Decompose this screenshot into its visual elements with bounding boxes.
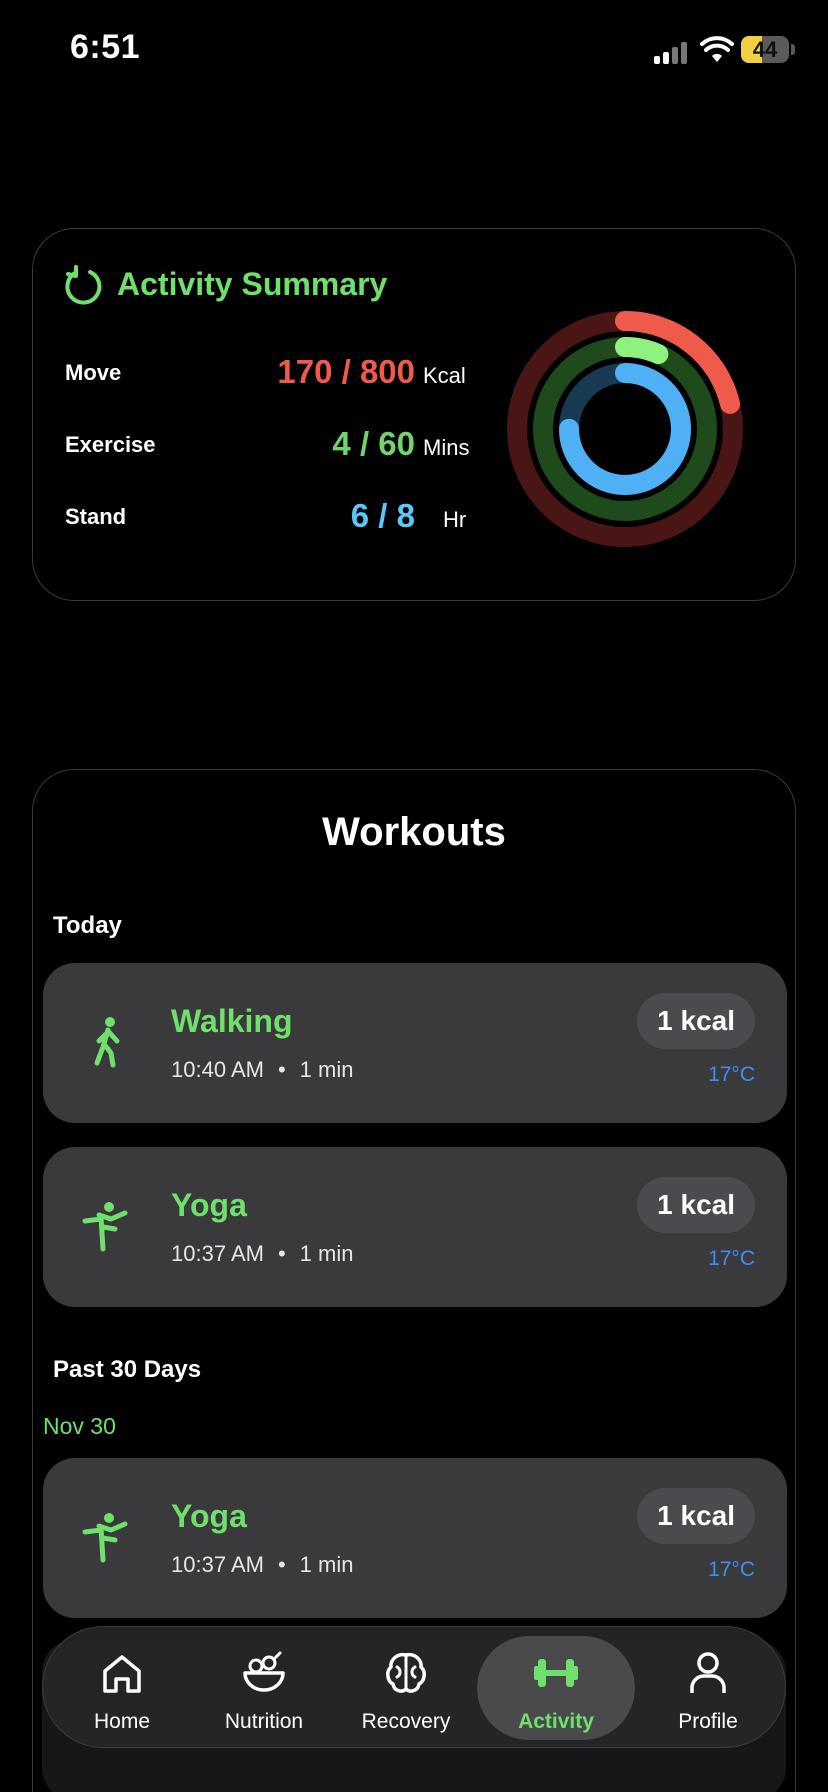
past-30-days-label: Past 30 Days — [53, 1356, 202, 1383]
kcal-badge: 1 kcal — [637, 1488, 755, 1544]
workouts-title: Workouts — [322, 810, 506, 854]
workout-duration: 1 min — [299, 1057, 354, 1082]
battery-nub — [791, 44, 795, 55]
yoga-icon — [82, 1513, 128, 1563]
workout-row[interactable]: Walking 10:40 AM • 1 min 1 kcal 17°C — [43, 963, 787, 1123]
battery-icon: 44 — [741, 36, 789, 63]
temperature: 17°C — [708, 1063, 755, 1086]
workout-name: Yoga — [171, 1498, 247, 1534]
workout-meta: 10:37 AM • 1 min — [171, 1552, 353, 1578]
workout-time: 10:40 AM — [171, 1057, 264, 1082]
move-label: Move — [65, 360, 122, 385]
tab-activity[interactable]: Activity — [477, 1636, 635, 1740]
tab-label: Activity — [518, 1710, 594, 1733]
tab-profile[interactable]: Profile — [633, 1627, 783, 1749]
cellular-signal-icon — [654, 40, 688, 64]
workout-row[interactable]: Yoga 10:37 AM • 1 min 1 kcal 17°C — [43, 1147, 787, 1307]
kcal-badge: 1 kcal — [637, 1177, 755, 1233]
workout-meta: 10:40 AM • 1 min — [171, 1057, 353, 1083]
tab-label: Profile — [678, 1710, 738, 1733]
tab-nutrition[interactable]: Nutrition — [189, 1627, 339, 1749]
kcal-badge: 1 kcal — [637, 993, 755, 1049]
battery-percent: 44 — [752, 37, 778, 62]
brain-icon — [386, 1652, 426, 1693]
home-icon — [103, 1655, 141, 1693]
workout-time: 10:37 AM — [171, 1241, 264, 1266]
dumbbell-icon — [534, 1659, 578, 1687]
tab-bar: Home Nutrition Recovery Activity Profile — [42, 1626, 786, 1748]
stand-unit: Hr — [443, 507, 467, 532]
person-icon — [690, 1652, 726, 1693]
stand-value: 6 / 8 — [350, 497, 415, 534]
temperature: 17°C — [708, 1558, 755, 1581]
exercise-label: Exercise — [65, 432, 156, 457]
workout-row[interactable]: Yoga 10:37 AM • 1 min 1 kcal 17°C — [43, 1458, 787, 1618]
tab-label: Home — [93, 1710, 151, 1733]
exercise-value: 4 / 60 — [332, 425, 415, 462]
today-section-label: Today — [53, 912, 122, 939]
status-bar: 6:51 44 — [0, 0, 828, 100]
move-unit: Kcal — [423, 363, 466, 388]
workout-meta: 10:37 AM • 1 min — [171, 1241, 353, 1267]
separator-dot: • — [277, 1241, 286, 1266]
date-label: Nov 30 — [43, 1413, 116, 1439]
workout-duration: 1 min — [299, 1552, 354, 1577]
salad-bowl-icon — [243, 1651, 285, 1692]
tab-home[interactable]: Home — [47, 1627, 197, 1749]
wifi-icon — [700, 36, 734, 62]
separator-dot: • — [277, 1057, 286, 1082]
separator-dot: • — [277, 1552, 286, 1577]
move-value: 170 / 800 — [277, 353, 415, 390]
workout-name: Yoga — [171, 1187, 247, 1223]
tab-label: Recovery — [361, 1710, 451, 1733]
status-time: 6:51 — [70, 28, 141, 66]
temperature: 17°C — [708, 1247, 755, 1270]
tab-recovery[interactable]: Recovery — [331, 1627, 481, 1749]
yoga-icon — [82, 1202, 128, 1252]
workout-name: Walking — [171, 1003, 293, 1039]
exercise-unit: Mins — [423, 435, 470, 460]
activity-summary-card[interactable]: Activity Summary Move 170 / 800 Kcal Exe… — [32, 228, 796, 601]
stand-label: Stand — [65, 504, 127, 529]
walking-icon — [94, 1017, 120, 1068]
refresh-icon — [65, 265, 102, 305]
tab-label: Nutrition — [224, 1710, 304, 1733]
activity-rings — [507, 311, 743, 547]
workout-duration: 1 min — [299, 1241, 354, 1266]
workout-time: 10:37 AM — [171, 1552, 264, 1577]
activity-summary-title: Activity Summary — [117, 266, 388, 302]
